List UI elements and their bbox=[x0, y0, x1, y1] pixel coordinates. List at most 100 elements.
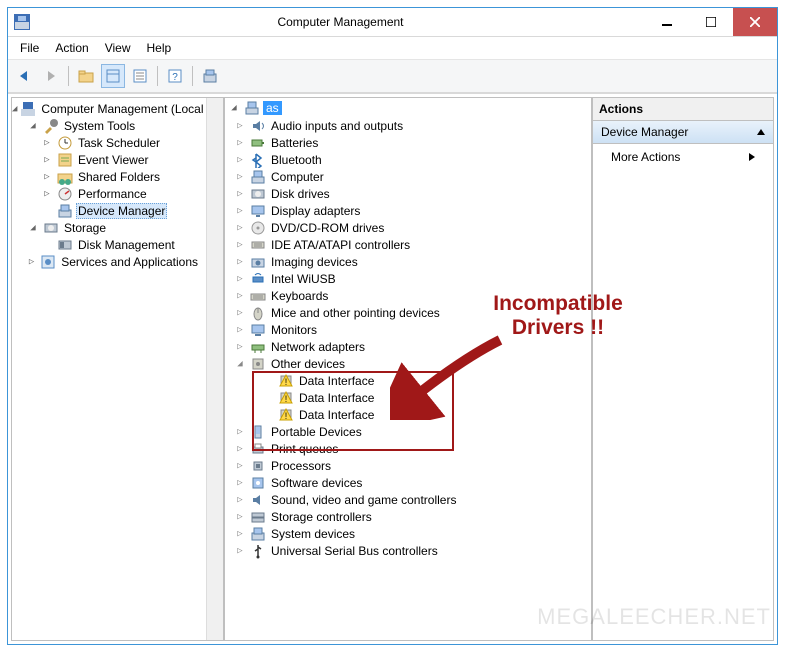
expand-icon[interactable]: ▷ bbox=[233, 325, 247, 335]
expand-icon[interactable]: ▷ bbox=[233, 240, 247, 250]
collapse-icon[interactable]: ◢ bbox=[12, 104, 17, 114]
device-category[interactable]: ▷Storage controllers bbox=[225, 508, 591, 525]
tree-device-manager[interactable]: Device Manager bbox=[12, 202, 206, 219]
titlebar[interactable]: Computer Management bbox=[8, 8, 777, 37]
expand-icon[interactable]: ▷ bbox=[233, 546, 247, 556]
tree-event-viewer[interactable]: ▷ Event Viewer bbox=[12, 151, 206, 168]
collapse-icon[interactable]: ◢ bbox=[26, 223, 40, 233]
device-category[interactable]: ▷Intel WiUSB bbox=[225, 270, 591, 287]
device-category[interactable]: ◢Other devices bbox=[225, 355, 591, 372]
wiusb-icon bbox=[250, 271, 266, 287]
expand-icon[interactable]: ▷ bbox=[233, 291, 247, 301]
device-category[interactable]: ▷Network adapters bbox=[225, 338, 591, 355]
device-category[interactable]: ▷DVD/CD-ROM drives bbox=[225, 219, 591, 236]
expand-icon[interactable]: ▷ bbox=[233, 121, 247, 131]
menu-help[interactable]: Help bbox=[139, 39, 180, 57]
device-category[interactable]: ▷Monitors bbox=[225, 321, 591, 338]
device-category[interactable]: ▷Universal Serial Bus controllers bbox=[225, 542, 591, 559]
close-button[interactable] bbox=[733, 8, 777, 36]
device-category[interactable]: ▷Bluetooth bbox=[225, 151, 591, 168]
tree-storage[interactable]: ◢ Storage bbox=[12, 219, 206, 236]
expand-icon[interactable]: ▷ bbox=[233, 512, 247, 522]
tree-systemtools[interactable]: ◢ System Tools bbox=[12, 117, 206, 134]
expand-icon[interactable]: ▷ bbox=[233, 223, 247, 233]
device-category[interactable]: ▷System devices bbox=[225, 525, 591, 542]
collapse-icon[interactable]: ◢ bbox=[227, 103, 241, 113]
expand-icon[interactable]: ▷ bbox=[233, 274, 247, 284]
device-category[interactable]: ▷Display adapters bbox=[225, 202, 591, 219]
expand-icon[interactable]: ▷ bbox=[233, 155, 247, 165]
expand-icon[interactable]: ▷ bbox=[233, 308, 247, 318]
device-category[interactable]: ▷Computer bbox=[225, 168, 591, 185]
keyboard-icon bbox=[250, 288, 266, 304]
properties-button[interactable] bbox=[101, 64, 125, 88]
portable-icon bbox=[250, 424, 266, 440]
expand-icon[interactable]: ▷ bbox=[40, 172, 54, 182]
device-label: Data Interface bbox=[297, 391, 376, 405]
device-category[interactable]: ▷Keyboards bbox=[225, 287, 591, 304]
device-category[interactable]: ▷Print queues bbox=[225, 440, 591, 457]
minimize-button[interactable] bbox=[645, 8, 689, 36]
expand-icon[interactable]: ▷ bbox=[40, 189, 54, 199]
tree-task-scheduler[interactable]: ▷ Task Scheduler bbox=[12, 134, 206, 151]
actions-header: Actions bbox=[593, 98, 773, 121]
menu-view[interactable]: View bbox=[97, 39, 139, 57]
device-category[interactable]: ▷Imaging devices bbox=[225, 253, 591, 270]
device-category[interactable]: ▷Processors bbox=[225, 457, 591, 474]
device-item-warning[interactable]: !Data Interface bbox=[225, 406, 591, 423]
actions-item-more[interactable]: More Actions bbox=[593, 144, 773, 170]
expand-icon[interactable]: ▷ bbox=[40, 138, 54, 148]
tree-root[interactable]: ◢ Computer Management (Local bbox=[12, 100, 206, 117]
expand-icon[interactable]: ▷ bbox=[233, 427, 247, 437]
expand-icon[interactable]: ▷ bbox=[233, 529, 247, 539]
expand-icon[interactable]: ▷ bbox=[233, 189, 247, 199]
forward-button[interactable] bbox=[39, 64, 63, 88]
expand-icon[interactable]: ▷ bbox=[233, 495, 247, 505]
device-tree-root[interactable]: ◢ as bbox=[225, 99, 591, 117]
expand-icon[interactable]: ▷ bbox=[233, 478, 247, 488]
back-button[interactable] bbox=[12, 64, 36, 88]
device-category[interactable]: ▷Batteries bbox=[225, 134, 591, 151]
device-category[interactable]: ▷Disk drives bbox=[225, 185, 591, 202]
tree-shared-folders[interactable]: ▷ Shared Folders bbox=[12, 168, 206, 185]
device-category[interactable]: ▷Sound, video and game controllers bbox=[225, 491, 591, 508]
tree-services-apps[interactable]: ▷ Services and Applications bbox=[12, 253, 206, 270]
folder-up-button[interactable] bbox=[74, 64, 98, 88]
expand-icon[interactable]: ▷ bbox=[233, 172, 247, 182]
device-category[interactable]: ▷IDE ATA/ATAPI controllers bbox=[225, 236, 591, 253]
expand-icon[interactable]: ▷ bbox=[233, 342, 247, 352]
mgmt-tree[interactable]: ◢ Computer Management (Local ◢ System To… bbox=[12, 98, 206, 640]
actions-section[interactable]: Device Manager bbox=[593, 121, 773, 144]
expand-icon[interactable]: ▷ bbox=[233, 138, 247, 148]
device-category[interactable]: ▷Audio inputs and outputs bbox=[225, 117, 591, 134]
scrollbar[interactable] bbox=[206, 98, 223, 640]
collapse-icon[interactable] bbox=[757, 129, 765, 135]
scan-button[interactable] bbox=[198, 64, 222, 88]
storagec-icon bbox=[250, 509, 266, 525]
tree-label: Task Scheduler bbox=[76, 136, 162, 150]
device-category[interactable]: ▷Mice and other pointing devices bbox=[225, 304, 591, 321]
expand-icon[interactable]: ▷ bbox=[233, 206, 247, 216]
ide-icon bbox=[250, 237, 266, 253]
details-button[interactable] bbox=[128, 64, 152, 88]
device-category[interactable]: ▷Software devices bbox=[225, 474, 591, 491]
collapse-icon[interactable]: ◢ bbox=[233, 359, 247, 369]
menu-action[interactable]: Action bbox=[47, 39, 96, 57]
device-item-warning[interactable]: !Data Interface bbox=[225, 372, 591, 389]
expand-icon[interactable]: ▷ bbox=[40, 155, 54, 165]
tree-performance[interactable]: ▷ Performance bbox=[12, 185, 206, 202]
expand-icon[interactable]: ▷ bbox=[233, 257, 247, 267]
expand-icon[interactable]: ▷ bbox=[233, 444, 247, 454]
maximize-button[interactable] bbox=[689, 8, 733, 36]
device-category[interactable]: ▷Portable Devices bbox=[225, 423, 591, 440]
collapse-icon[interactable]: ◢ bbox=[26, 121, 40, 131]
expand-icon[interactable]: ▷ bbox=[233, 461, 247, 471]
help-button[interactable]: ? bbox=[163, 64, 187, 88]
window: Computer Management File Action View Hel… bbox=[7, 7, 778, 645]
device-tree[interactable]: ◢ as ▷Audio inputs and outputs▷Batteries… bbox=[225, 98, 591, 640]
tree-disk-management[interactable]: Disk Management bbox=[12, 236, 206, 253]
expand-icon[interactable]: ▷ bbox=[26, 257, 37, 267]
menu-file[interactable]: File bbox=[12, 39, 47, 57]
storage-icon bbox=[43, 220, 59, 236]
device-item-warning[interactable]: !Data Interface bbox=[225, 389, 591, 406]
